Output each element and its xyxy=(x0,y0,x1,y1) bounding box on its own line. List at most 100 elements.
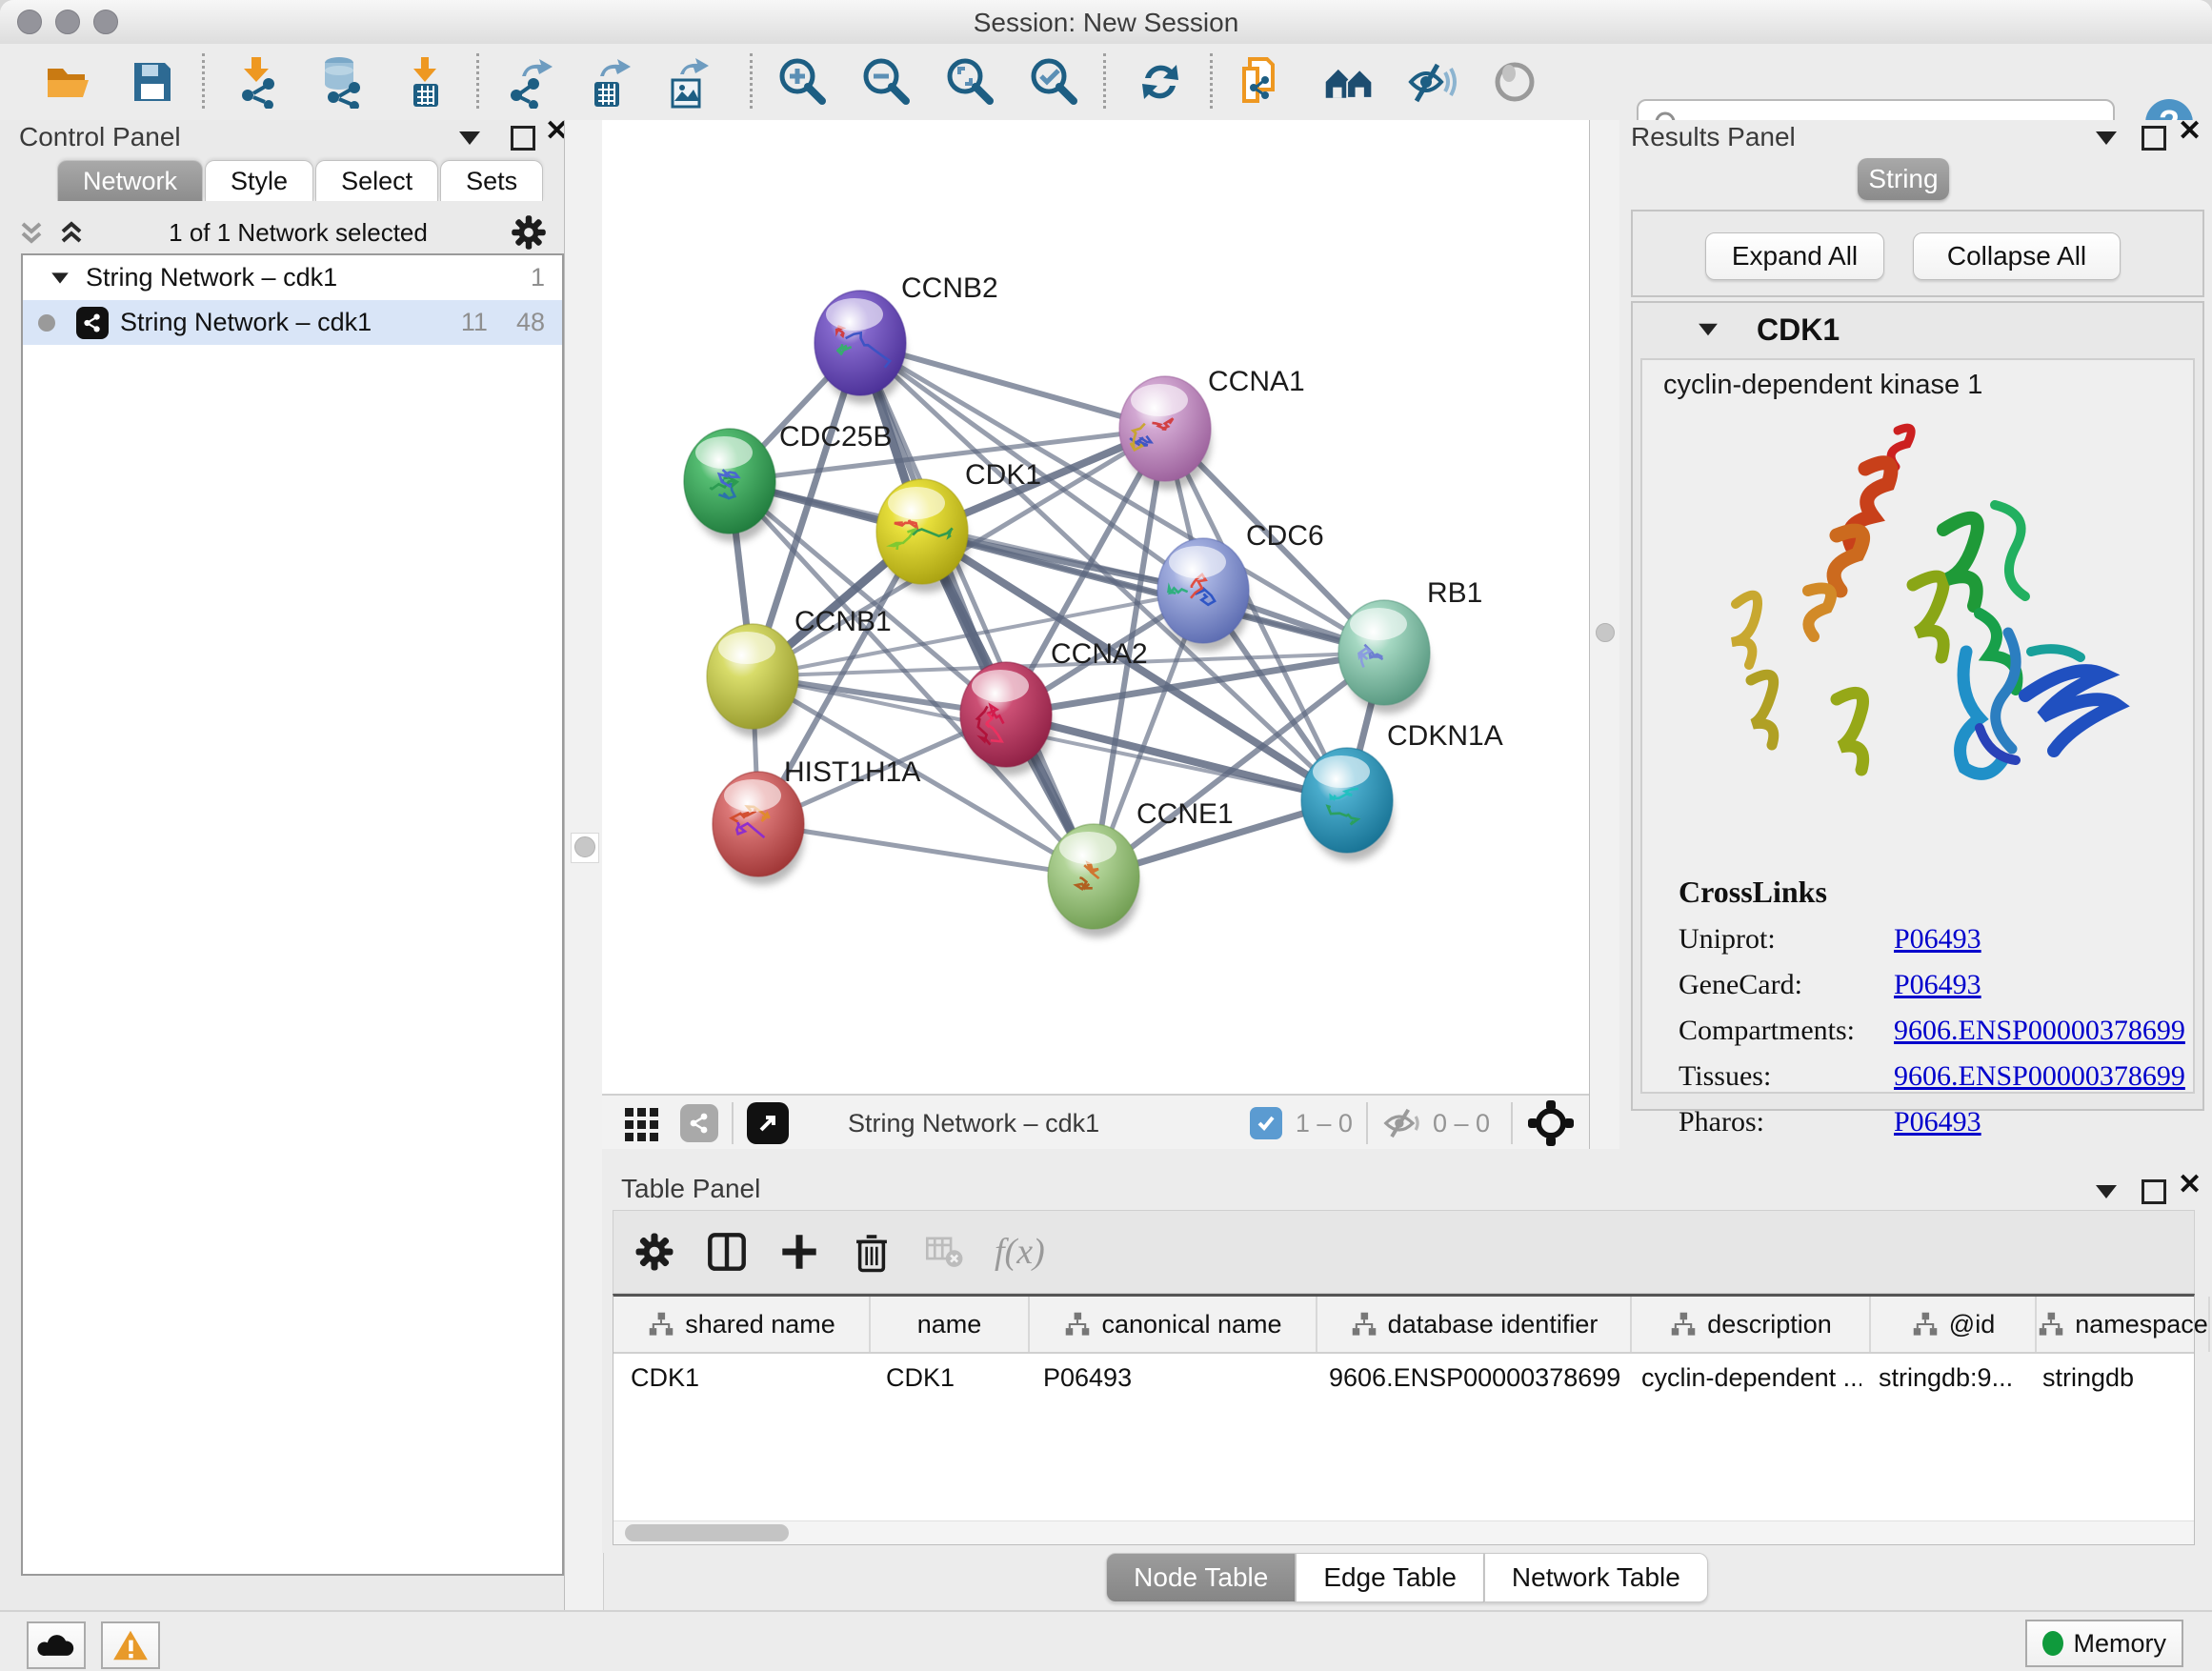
table-row[interactable]: CDK1CDK1P064939606.ENSP00000378699cyclin… xyxy=(613,1354,2194,1401)
memory-button[interactable]: Memory xyxy=(2025,1620,2183,1667)
table-panel-close-icon[interactable]: ✕ xyxy=(2178,1176,2202,1195)
gene-name: CDK1 xyxy=(1757,312,1840,348)
control-panel-float-icon[interactable] xyxy=(511,126,535,151)
show-graphics-details-button[interactable] xyxy=(1488,55,1541,109)
zoom-out-button[interactable] xyxy=(860,55,914,109)
hide-graphics-details-button[interactable] xyxy=(1405,55,1458,109)
results-actions-box: Expand All Collapse All xyxy=(1631,210,2204,297)
tab-edge-table[interactable]: Edge Table xyxy=(1296,1553,1484,1602)
node-CCNA1[interactable]: CCNA1 xyxy=(1119,366,1305,490)
export-image-button[interactable] xyxy=(661,55,714,109)
results-panel-menu-icon[interactable] xyxy=(2096,131,2117,145)
zoom-in-button[interactable] xyxy=(776,55,830,109)
zoom-selected-button[interactable] xyxy=(1028,55,1081,109)
crosslink-link[interactable]: 9606.ENSP00000378699 xyxy=(1894,1015,2185,1046)
crosslink-link[interactable]: P06493 xyxy=(1894,923,1981,955)
crosslink-link[interactable]: 9606.ENSP00000378699 xyxy=(1894,1060,2185,1092)
node-table[interactable]: shared namename canonical name database … xyxy=(613,1294,2195,1545)
network-collection-row[interactable]: String Network – cdk1 1 xyxy=(23,255,562,300)
left-splitter[interactable] xyxy=(564,120,604,1610)
warnings-button[interactable] xyxy=(101,1621,160,1669)
column-header[interactable]: name xyxy=(871,1297,1030,1352)
crosslink-link[interactable]: P06493 xyxy=(1894,969,1981,1000)
table-panel-menu-icon[interactable] xyxy=(2096,1185,2117,1198)
group-annotations-button[interactable] xyxy=(1322,55,1376,109)
import-network-database-button[interactable] xyxy=(314,55,368,109)
column-header[interactable]: database identifier xyxy=(1317,1297,1632,1352)
tab-network-table[interactable]: Network Table xyxy=(1484,1553,1708,1602)
edge-CCNE1-HIST1H1A[interactable] xyxy=(758,824,1094,876)
results-panel-float-icon[interactable] xyxy=(2142,126,2166,151)
node-label-CDKN1A: CDKN1A xyxy=(1387,720,1503,752)
birds-eye-grid-icon[interactable] xyxy=(621,1102,663,1144)
tab-style[interactable]: Style xyxy=(205,160,313,201)
tab-network[interactable]: Network xyxy=(57,160,203,201)
pan-crosshair-icon[interactable] xyxy=(1526,1098,1576,1148)
results-panel-close-icon[interactable]: ✕ xyxy=(2178,122,2202,141)
control-panel-menu-icon[interactable] xyxy=(459,131,480,145)
selected-checkbox-icon[interactable] xyxy=(1250,1107,1282,1139)
node-CDC25B[interactable]: CDC25B xyxy=(684,421,892,542)
string-network-badge-icon[interactable] xyxy=(680,1104,718,1142)
network-options-gear-icon[interactable] xyxy=(509,212,549,252)
network-graph[interactable]: CCNB2CCNA1CDC25BCDK1CDC6RB1CCNB1CCNA2CDK… xyxy=(602,120,1589,1094)
column-header[interactable]: namespace xyxy=(2037,1297,2210,1352)
network-name: String Network – cdk1 xyxy=(120,308,372,337)
node-RB1[interactable]: RB1 xyxy=(1338,577,1482,714)
houses-icon xyxy=(1322,57,1376,107)
node-HIST1H1A[interactable]: HIST1H1A xyxy=(713,756,920,885)
expand-all-icon[interactable] xyxy=(55,216,88,249)
export-table-button[interactable] xyxy=(583,55,636,109)
gene-section-header[interactable]: CDK1 xyxy=(1633,303,2202,356)
edge-CCNB2-CCNE1[interactable] xyxy=(860,343,1094,876)
crosslink-link[interactable]: P06493 xyxy=(1894,1106,1981,1137)
tab-select[interactable]: Select xyxy=(315,160,438,201)
tree-expander-icon[interactable] xyxy=(51,272,69,283)
tab-string[interactable]: String xyxy=(1858,158,1949,200)
tab-node-table[interactable]: Node Table xyxy=(1106,1553,1296,1602)
column-header[interactable]: canonical name xyxy=(1030,1297,1317,1352)
table-gear-icon[interactable] xyxy=(633,1230,676,1274)
open-in-window-icon[interactable] xyxy=(747,1102,789,1144)
toolbar-separator xyxy=(202,53,205,109)
cloud-button[interactable] xyxy=(27,1621,86,1669)
column-hierarchy-icon xyxy=(1063,1310,1092,1339)
table-hscrollbar[interactable] xyxy=(613,1520,2194,1544)
column-header[interactable]: shared name xyxy=(613,1297,871,1352)
show-columns-icon[interactable] xyxy=(705,1230,749,1274)
network-canvas[interactable]: CCNB2CCNA1CDC25BCDK1CDC6RB1CCNB1CCNA2CDK… xyxy=(602,120,1589,1094)
right-splitter[interactable] xyxy=(1589,120,1621,1149)
save-icon xyxy=(128,57,177,107)
expand-all-button[interactable]: Expand All xyxy=(1705,232,1884,280)
table-hscrollbar-thumb[interactable] xyxy=(625,1524,789,1541)
export-network-icon xyxy=(505,55,558,109)
column-header[interactable]: description xyxy=(1632,1297,1871,1352)
table-panel-float-icon[interactable] xyxy=(2142,1179,2166,1204)
network-row[interactable]: String Network – cdk1 11 48 xyxy=(23,300,562,345)
right-splitter-handle[interactable] xyxy=(1596,623,1615,642)
apply-layout-button[interactable] xyxy=(1134,55,1187,109)
tab-sets[interactable]: Sets xyxy=(440,160,543,201)
collapse-all-button[interactable]: Collapse All xyxy=(1913,232,2121,280)
zoom-fit-button[interactable] xyxy=(944,55,997,109)
duplicate-network-button[interactable] xyxy=(1237,55,1290,109)
add-column-icon[interactable] xyxy=(777,1230,821,1274)
import-table-button[interactable] xyxy=(398,55,452,109)
column-hierarchy-icon xyxy=(647,1310,675,1339)
open-session-button[interactable] xyxy=(42,55,95,109)
delete-column-icon[interactable] xyxy=(850,1230,894,1274)
left-splitter-handle[interactable] xyxy=(574,836,595,857)
export-network-button[interactable] xyxy=(505,55,558,109)
node-CCNE1[interactable]: CCNE1 xyxy=(1048,798,1234,937)
toolbar-separator xyxy=(750,53,753,109)
import-network-file-button[interactable] xyxy=(231,55,284,109)
network-status-dot xyxy=(38,314,55,332)
save-session-button[interactable] xyxy=(126,55,179,109)
node-CDKN1A[interactable]: CDKN1A xyxy=(1301,720,1503,861)
node-label-CCNA2: CCNA2 xyxy=(1051,638,1148,670)
section-expander-icon[interactable] xyxy=(1699,324,1718,336)
crosslink-label: Compartments: xyxy=(1679,1015,1894,1047)
collapse-all-icon[interactable] xyxy=(15,216,48,249)
column-header[interactable]: @id xyxy=(1871,1297,2037,1352)
function-builder-icon: f(x) xyxy=(995,1231,1045,1273)
